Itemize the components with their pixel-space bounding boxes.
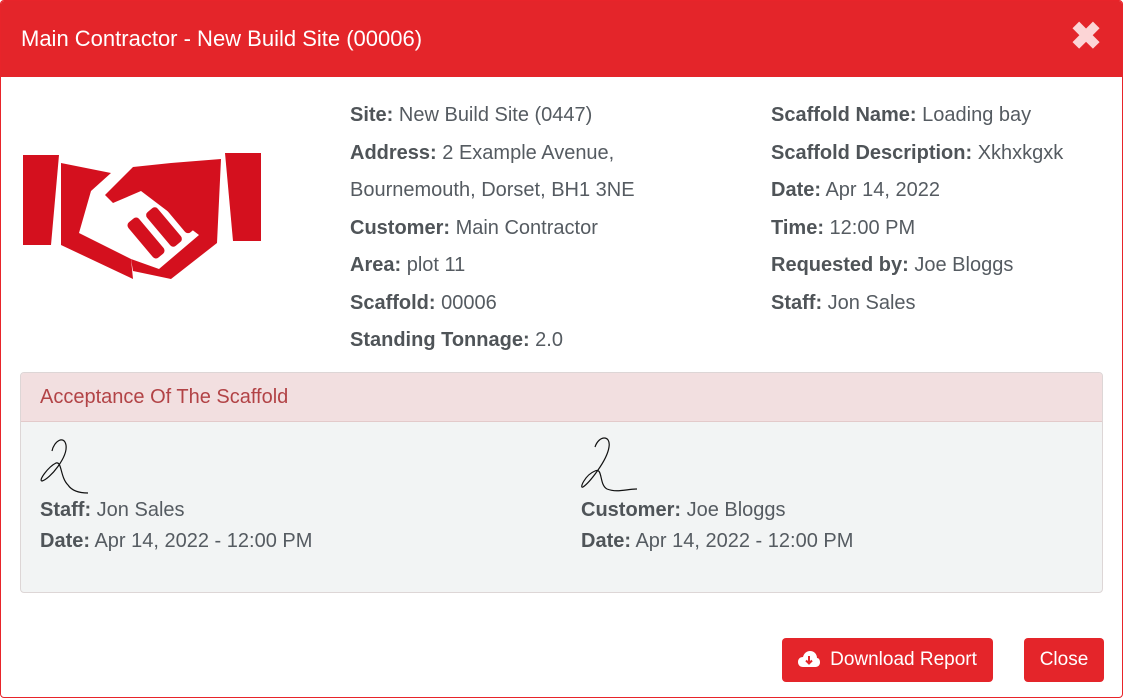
customer-signature [581,437,638,492]
staff-date-row: Date: Apr 14, 2022 - 12:00 PM [40,530,313,552]
acceptance-heading: Acceptance Of The Scaffold [21,373,1102,422]
modal-title: Main Contractor - New Build Site (00006) [21,26,423,51]
handshake-icon [23,153,261,279]
detail-time: Time: 12:00 PM [771,216,916,239]
modal-header: Main Contractor - New Build Site (00006)… [1,1,1122,77]
site-details: Site: New Build Site (0447) Address: 2 E… [350,97,635,360]
detail-scaffold-description: Scaffold Description: Xkhxkgxk [771,141,1064,164]
scaffold-modal: Main Contractor - New Build Site (00006)… [0,0,1123,698]
detail-scaffold: Scaffold: 00006 [350,291,497,314]
staff-signature [40,439,89,494]
detail-standing-tonnage: Standing Tonnage: 2.0 [350,329,563,351]
customer-name-row: Customer: Joe Bloggs [581,499,786,521]
detail-address-line2: Bournemouth, Dorset, BH1 3NE [350,179,635,201]
scaffold-details: Scaffold Name: Loading bay Scaffold Desc… [771,97,1063,322]
customer-date-row: Date: Apr 14, 2022 - 12:00 PM [581,530,854,552]
close-button[interactable]: Close [1024,638,1104,682]
download-report-button[interactable]: Download Report [782,638,993,682]
detail-area: Area: plot 11 [350,254,466,276]
close-icon[interactable]: ✖ [1070,18,1102,56]
detail-date: Date: Apr 14, 2022 [771,179,940,201]
customer-signature-block: Customer: Joe Bloggs Date: Apr 14, 2022 … [581,435,853,557]
detail-staff: Staff: Jon Sales [771,291,916,314]
staff-signature-block: Staff: Jon Sales Date: Apr 14, 2022 - 12… [40,435,312,557]
detail-site: Site: New Build Site (0447) [350,104,593,126]
detail-scaffold-name: Scaffold Name: Loading bay [771,104,1032,126]
staff-name-row: Staff: Jon Sales [40,499,185,521]
detail-customer: Customer: Main Contractor [350,216,598,239]
detail-requested-by: Requested by: Joe Bloggs [771,254,1014,276]
acceptance-panel: Acceptance Of The Scaffold Staff: Jon Sa… [20,372,1103,593]
download-report-label: Download Report [830,649,977,670]
detail-address: Address: 2 Example Avenue, [350,141,615,164]
cloud-download-icon [798,651,821,667]
